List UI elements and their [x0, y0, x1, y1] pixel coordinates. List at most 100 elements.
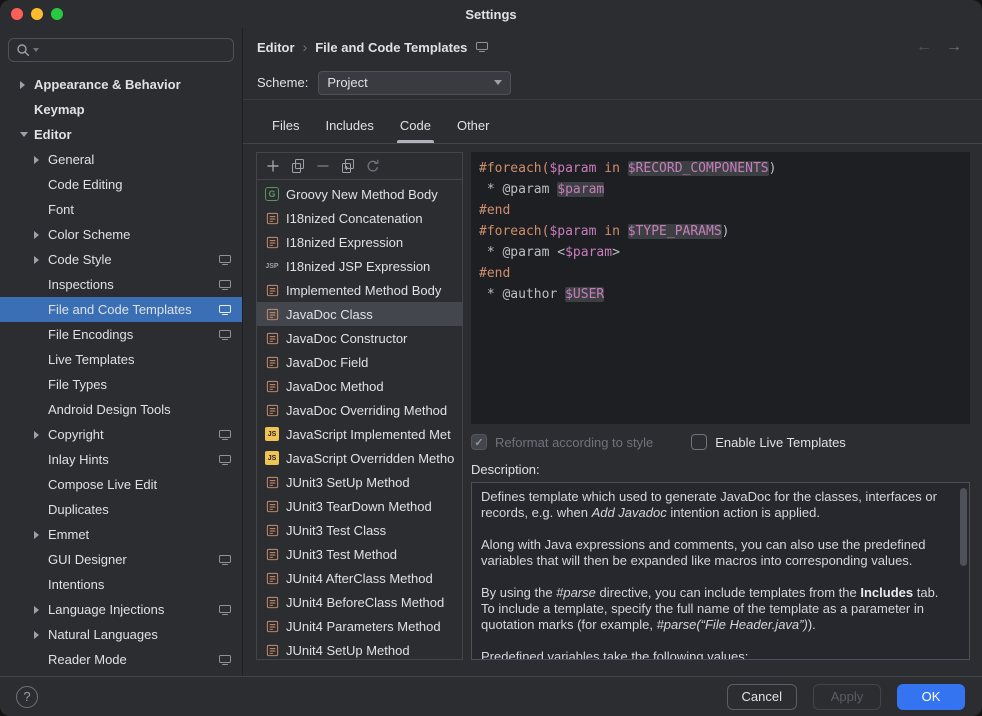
apply-button[interactable]: Apply	[813, 684, 881, 710]
sidebar-item-code-editing[interactable]: Code Editing	[0, 172, 242, 197]
template-item-javadoc-method[interactable]: JavaDoc Method	[257, 374, 462, 398]
sidebar-item-inlay-hints[interactable]: Inlay Hints	[0, 447, 242, 472]
cancel-button[interactable]: Cancel	[727, 684, 797, 710]
chevron-down-icon[interactable]	[18, 132, 34, 137]
sidebar-item-reader-mode[interactable]: Reader Mode	[0, 647, 242, 672]
code-line: #foreach($param in $TYPE_PARAMS)	[479, 221, 962, 242]
sidebar-item-keymap[interactable]: Keymap	[0, 97, 242, 122]
search-history-chevron-icon[interactable]	[33, 48, 39, 52]
template-template-type-icon	[264, 378, 280, 394]
template-item-i18nized-concatenation[interactable]: I18nized Concatenation	[257, 206, 462, 230]
template-item-javadoc-overriding-method[interactable]: JavaDoc Overriding Method	[257, 398, 462, 422]
sidebar-item-android-design-tools[interactable]: Android Design Tools	[0, 397, 242, 422]
chevron-right-icon[interactable]	[18, 81, 34, 89]
template-item-groovy-new-method-body[interactable]: GGroovy New Method Body	[257, 182, 462, 206]
sidebar-item-duplicates[interactable]: Duplicates	[0, 497, 242, 522]
settings-sidebar: Appearance & BehaviorKeymapEditorGeneral…	[0, 28, 243, 676]
template-item-label: JavaScript Overridden Metho	[286, 451, 454, 466]
template-item-javascript-overridden-metho[interactable]: JSJavaScript Overridden Metho	[257, 446, 462, 470]
minimize-window-button[interactable]	[31, 8, 43, 20]
template-item-junit3-test-method[interactable]: JUnit3 Test Method	[257, 542, 462, 566]
scheme-select[interactable]: Project	[318, 71, 511, 95]
template-item-javadoc-field[interactable]: JavaDoc Field	[257, 350, 462, 374]
duplicate-template-icon[interactable]	[337, 155, 359, 177]
history-nav: ← →	[916, 38, 962, 56]
tab-includes[interactable]: Includes	[322, 118, 376, 143]
template-item-i18nized-expression[interactable]: I18nized Expression	[257, 230, 462, 254]
chevron-right-icon[interactable]	[32, 256, 48, 264]
sidebar-item-color-scheme[interactable]: Color Scheme	[0, 222, 242, 247]
sidebar-item-editor[interactable]: Editor	[0, 122, 242, 147]
template-item-junit4-parameters-method[interactable]: JUnit4 Parameters Method	[257, 614, 462, 638]
sidebar-item-file-and-code-templates[interactable]: File and Code Templates	[0, 297, 242, 322]
tab-other[interactable]: Other	[454, 118, 493, 143]
settings-search-input[interactable]	[8, 38, 234, 62]
sidebar-item-inspections[interactable]: Inspections	[0, 272, 242, 297]
remove-template-icon[interactable]	[312, 155, 334, 177]
template-item-label: JavaDoc Method	[286, 379, 384, 394]
add-template-icon[interactable]	[262, 155, 284, 177]
sidebar-item-language-injections[interactable]: Language Injections	[0, 597, 242, 622]
shared-settings-icon	[218, 654, 232, 666]
breadcrumb-editor[interactable]: Editor	[257, 40, 295, 55]
template-item-junit4-afterclass-method[interactable]: JUnit4 AfterClass Method	[257, 566, 462, 590]
sidebar-item-gui-designer[interactable]: GUI Designer	[0, 547, 242, 572]
sidebar-item-label: Reader Mode	[48, 652, 127, 667]
template-item-junit3-test-class[interactable]: JUnit3 Test Class	[257, 518, 462, 542]
help-button[interactable]: ?	[16, 686, 38, 708]
ok-button[interactable]: OK	[897, 684, 965, 710]
reformat-checkbox-label: Reformat according to style	[495, 435, 653, 450]
template-item-i18nized-jsp-expression[interactable]: JSPI18nized JSP Expression	[257, 254, 462, 278]
template-template-type-icon	[264, 330, 280, 346]
sidebar-item-intentions[interactable]: Intentions	[0, 572, 242, 597]
template-item-javadoc-class[interactable]: JavaDoc Class	[257, 302, 462, 326]
scheme-row: Scheme: Project	[243, 66, 982, 100]
revert-template-icon[interactable]	[362, 155, 384, 177]
enable-live-templates-checkbox[interactable]: Enable Live Templates	[691, 434, 846, 450]
sidebar-item-live-templates[interactable]: Live Templates	[0, 347, 242, 372]
scheme-label: Scheme:	[257, 75, 308, 90]
chevron-right-icon[interactable]	[32, 606, 48, 614]
chevron-right-icon[interactable]	[32, 431, 48, 439]
sidebar-item-natural-languages[interactable]: Natural Languages	[0, 622, 242, 647]
sidebar-item-label: Code Style	[48, 252, 112, 267]
template-item-junit3-teardown-method[interactable]: JUnit3 TearDown Method	[257, 494, 462, 518]
chevron-right-icon[interactable]	[32, 531, 48, 539]
template-item-junit3-setup-method[interactable]: JUnit3 SetUp Method	[257, 470, 462, 494]
copy-template-icon[interactable]	[287, 155, 309, 177]
sidebar-item-appearance-behavior[interactable]: Appearance & Behavior	[0, 72, 242, 97]
template-item-label: I18nized Concatenation	[286, 211, 423, 226]
template-template-type-icon	[264, 210, 280, 226]
sidebar-item-code-style[interactable]: Code Style	[0, 247, 242, 272]
forward-arrow-icon[interactable]: →	[946, 38, 962, 56]
reformat-checkbox[interactable]: ✓ Reformat according to style	[471, 434, 653, 450]
chevron-right-icon[interactable]	[32, 231, 48, 239]
description-scrollbar[interactable]	[960, 488, 967, 566]
sidebar-item-emmet[interactable]: Emmet	[0, 522, 242, 547]
settings-tree: Appearance & BehaviorKeymapEditorGeneral…	[0, 70, 242, 676]
sidebar-item-copyright[interactable]: Copyright	[0, 422, 242, 447]
shared-settings-icon	[218, 454, 232, 466]
sidebar-item-general[interactable]: General	[0, 147, 242, 172]
groovy-template-type-icon: G	[264, 186, 280, 202]
template-item-junit4-beforeclass-method[interactable]: JUnit4 BeforeClass Method	[257, 590, 462, 614]
chevron-right-icon[interactable]	[32, 631, 48, 639]
zoom-window-button[interactable]	[51, 8, 63, 20]
back-arrow-icon[interactable]: ←	[916, 38, 932, 56]
sidebar-item-file-types[interactable]: File Types	[0, 372, 242, 397]
close-window-button[interactable]	[11, 8, 23, 20]
sidebar-item-label: Compose Live Edit	[48, 477, 157, 492]
chevron-right-icon[interactable]	[32, 156, 48, 164]
tab-code[interactable]: Code	[397, 118, 434, 143]
sidebar-item-file-encodings[interactable]: File Encodings	[0, 322, 242, 347]
template-item-javascript-implemented-met[interactable]: JSJavaScript Implemented Met	[257, 422, 462, 446]
template-item-label: JavaDoc Constructor	[286, 331, 407, 346]
tab-files[interactable]: Files	[269, 118, 302, 143]
template-item-javadoc-constructor[interactable]: JavaDoc Constructor	[257, 326, 462, 350]
sidebar-item-font[interactable]: Font	[0, 197, 242, 222]
template-item-junit4-setup-method[interactable]: JUnit4 SetUp Method	[257, 638, 462, 659]
template-editor[interactable]: #foreach($param in $RECORD_COMPONENTS) *…	[471, 152, 970, 424]
template-detail: #foreach($param in $RECORD_COMPONENTS) *…	[471, 152, 970, 660]
sidebar-item-compose-live-edit[interactable]: Compose Live Edit	[0, 472, 242, 497]
template-item-implemented-method-body[interactable]: Implemented Method Body	[257, 278, 462, 302]
